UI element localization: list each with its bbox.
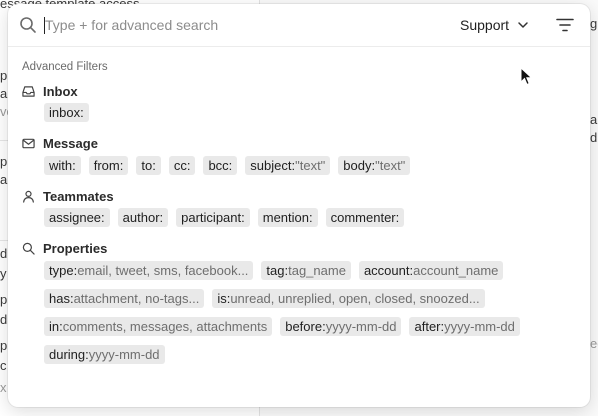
chip-key: author: — [122, 210, 164, 225]
inbox-filter-row: inbox: — [44, 103, 89, 122]
person-icon — [23, 190, 34, 203]
background-text: p — [0, 154, 8, 169]
background-text: a — [0, 172, 8, 187]
envelope-icon — [22, 138, 35, 148]
filter-chip-is[interactable]: is: unread, unreplied, open, closed, snoo… — [212, 289, 485, 308]
section-label: Teammates — [43, 188, 114, 204]
chip-key: subject: — [250, 158, 296, 173]
chip-value: attachment, no-tags... — [73, 291, 200, 306]
chip-value: "text" — [375, 158, 406, 173]
search-input[interactable] — [45, 14, 405, 36]
filter-chip-subject[interactable]: subject: "text" — [245, 156, 331, 175]
background-text: p — [0, 292, 8, 307]
filter-chip-inbox[interactable]: inbox: — [44, 103, 89, 122]
chip-key: assignee: — [49, 210, 105, 225]
background-text: ec — [590, 336, 598, 351]
background-text: c — [0, 358, 7, 373]
background-text: d — [590, 130, 598, 145]
filter-chip-participant[interactable]: participant: — [176, 208, 250, 227]
magnifier-icon — [22, 242, 35, 255]
chip-key: with: — [49, 158, 76, 173]
filter-lines-icon[interactable] — [556, 17, 574, 33]
section-label: Inbox — [43, 83, 78, 99]
background-text: g — [590, 16, 598, 31]
chip-key: from: — [93, 158, 124, 173]
section-properties: Properties — [22, 240, 107, 256]
filter-chip-in[interactable]: in: comments, messages, attachments — [44, 317, 273, 336]
filter-chip-type[interactable]: type: email, tweet, sms, facebook... — [44, 261, 254, 280]
filter-chip-cc[interactable]: cc: — [168, 156, 196, 175]
background-text: d — [0, 246, 8, 261]
background-text: p — [0, 68, 8, 83]
background-text: ar — [590, 112, 598, 127]
filter-chip-has[interactable]: has: attachment, no-tags... — [44, 289, 205, 308]
properties-filter-row: has: attachment, no-tags... is: unread, un… — [44, 289, 485, 308]
chip-value: "text" — [295, 158, 326, 173]
filter-chip-commenter[interactable]: commenter: — [325, 208, 405, 227]
filter-chip-to[interactable]: to: — [136, 156, 161, 175]
section-label: Properties — [43, 240, 108, 256]
chip-key: cc: — [173, 158, 191, 173]
filter-chip-before[interactable]: before: yyyy-mm-dd — [280, 317, 402, 336]
filter-chip-bcc[interactable]: bcc: — [203, 156, 238, 175]
filter-chip-assignee[interactable]: assignee: — [44, 208, 110, 227]
filter-chip-account[interactable]: account: account_name — [358, 261, 504, 280]
filter-chip-from[interactable]: from: — [88, 156, 129, 175]
search-icon — [20, 17, 36, 33]
filter-chip-author[interactable]: author: — [117, 208, 169, 227]
filter-chip-with[interactable]: with: — [44, 156, 81, 175]
scope-label: Support — [460, 17, 510, 33]
chip-key: before: — [285, 319, 326, 334]
chip-value: yyyy-mm-dd — [88, 347, 160, 362]
section-teammates: Teammates — [22, 188, 114, 204]
chip-value: yyyy-mm-dd — [325, 319, 397, 334]
background-text: x — [0, 380, 7, 395]
chip-value: email, tweet, sms, facebook... — [77, 263, 249, 278]
chip-key: has: — [49, 291, 74, 306]
chip-key: inbox: — [49, 105, 84, 120]
section-message: Message — [22, 135, 98, 151]
advanced-search-popover: Support Advanced Filters Inbox inbox: Me — [8, 4, 590, 407]
chip-key: after: — [414, 319, 445, 334]
chip-key: tag: — [266, 263, 289, 278]
chip-value: tag_name — [288, 263, 346, 278]
teammates-filter-row: assignee: author: participant: mention: … — [44, 208, 405, 227]
section-label: Message — [43, 135, 98, 151]
advanced-filters-title: Advanced Filters — [22, 61, 108, 73]
chip-key: commenter: — [330, 210, 400, 225]
chip-value: comments, messages, attachments — [62, 319, 268, 334]
chip-value: account_name — [413, 263, 499, 278]
search-bar: Support — [8, 4, 590, 47]
inbox-scope-dropdown[interactable]: Support — [460, 14, 529, 36]
properties-filter-row: in: comments, messages, attachments befor… — [44, 317, 520, 336]
chip-key: body: — [343, 158, 376, 173]
chip-key: bcc: — [208, 158, 233, 173]
filter-chip-tag[interactable]: tag: tag_name — [261, 261, 351, 280]
background-text: p — [0, 338, 8, 353]
chip-value: yyyy-mm-dd — [444, 319, 515, 334]
background-text: a — [0, 86, 8, 101]
section-inbox: Inbox — [22, 83, 78, 99]
filter-chip-after[interactable]: after: yyyy-mm-dd — [409, 317, 520, 336]
chip-key: mention: — [262, 210, 313, 225]
background-text: y — [0, 266, 7, 281]
message-filter-row: with: from: to: cc: bcc: subject: "text" … — [44, 156, 411, 175]
mouse-pointer-icon — [520, 67, 533, 86]
filter-chip-body[interactable]: body: "text" — [338, 156, 411, 175]
properties-filter-row: during: yyyy-mm-dd — [44, 345, 165, 364]
chip-key: during: — [49, 347, 89, 362]
properties-filter-row: type: email, tweet, sms, facebook... tag:… — [44, 261, 504, 280]
filter-chip-mention[interactable]: mention: — [257, 208, 318, 227]
chip-key: participant: — [181, 210, 245, 225]
chip-key: to: — [141, 158, 156, 173]
chevron-down-icon — [518, 22, 528, 28]
inbox-tray-icon — [22, 85, 35, 97]
chip-key: in: — [49, 319, 63, 334]
chip-key: type: — [49, 263, 78, 278]
chip-key: account: — [363, 263, 414, 278]
filter-chip-during[interactable]: during: yyyy-mm-dd — [44, 345, 165, 364]
chip-value: unread, unreplied, open, closed, snoozed… — [230, 291, 480, 306]
chip-key: is: — [217, 291, 231, 306]
background-text: d — [0, 312, 8, 327]
